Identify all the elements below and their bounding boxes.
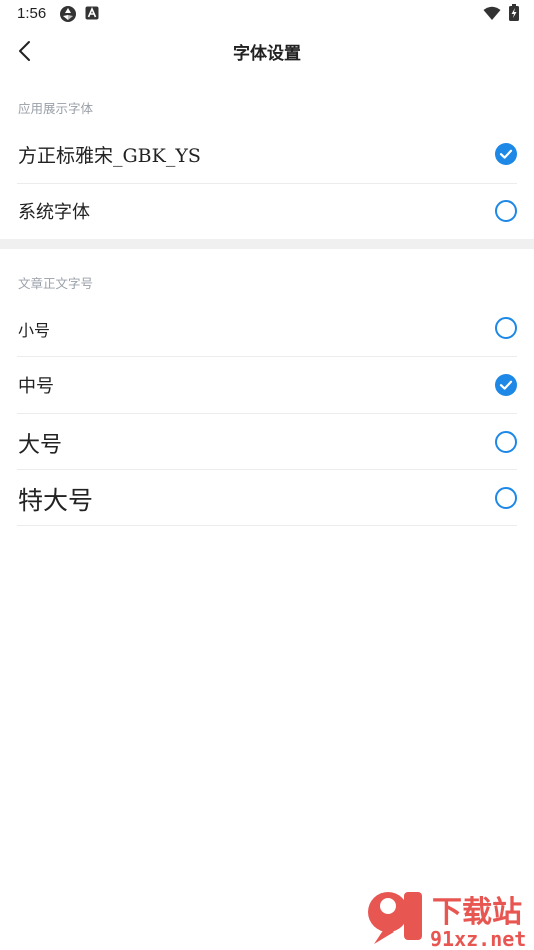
status-bar: 1:56 [0, 0, 534, 28]
radio-unchecked-icon[interactable] [495, 317, 517, 339]
battery-charging-icon [509, 4, 519, 21]
size-option-medium[interactable]: 中号 [0, 357, 534, 413]
divider [17, 525, 517, 526]
game-controller-icon [60, 6, 76, 22]
status-time: 1:56 [17, 5, 47, 22]
option-label: 小号 [18, 321, 51, 340]
page-title: 字体设置 [233, 44, 301, 64]
font-option-fangzheng[interactable]: 方正标雅宋_GBK_YS [0, 126, 534, 183]
font-option-system[interactable]: 系统字体 [0, 183, 534, 239]
wifi-icon [483, 6, 501, 20]
size-option-small[interactable]: 小号 [0, 300, 534, 356]
font-settings-page: 1:56 字体设置 应用展示字体 方正标雅宋_GBK_YS 系统字体 文章正文字… [0, 0, 534, 950]
watermark-brand: 下载站 [432, 895, 522, 930]
option-label: 大号 [18, 433, 63, 458]
radio-unchecked-icon[interactable] [495, 431, 517, 453]
header: 字体设置 [0, 28, 534, 74]
radio-unchecked-icon[interactable] [495, 200, 517, 222]
size-option-extra-large[interactable]: 特大号 [0, 470, 534, 526]
watermark-site: 91xz.net [430, 927, 526, 950]
option-label: 中号 [18, 376, 54, 397]
section-label-display-font: 应用展示字体 [18, 101, 94, 116]
radio-checked-icon[interactable] [495, 143, 517, 165]
option-label: 方正标雅宋_GBK_YS [18, 145, 201, 167]
section-label-article-size: 文章正文字号 [18, 276, 94, 291]
option-label: 特大号 [18, 486, 94, 515]
radio-checked-icon[interactable] [495, 374, 517, 396]
option-label: 系统字体 [18, 202, 90, 223]
section-separator [0, 239, 534, 249]
watermark-logo: 下载站 91xz.net [368, 892, 526, 950]
size-option-large[interactable]: 大号 [0, 414, 534, 470]
radio-unchecked-icon[interactable] [495, 487, 517, 509]
font-a-icon [85, 6, 99, 20]
